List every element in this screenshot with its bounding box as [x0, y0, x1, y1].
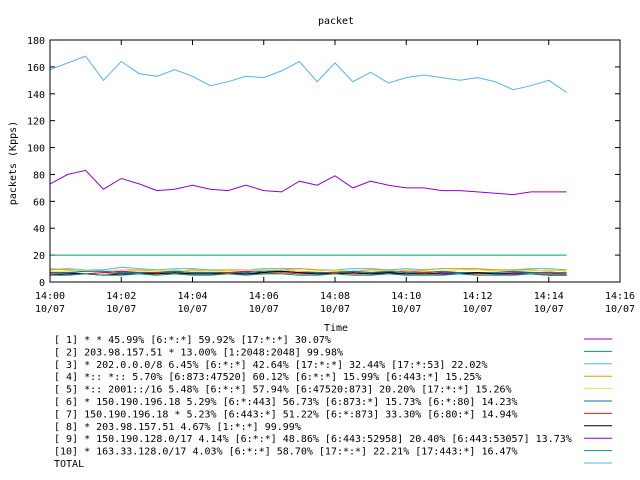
series-lines — [49, 55, 567, 276]
legend-label: [ 9] * 150.190.128.0/17 4.14% [6:*:*] 48… — [54, 434, 572, 445]
y-tick-label: 60 — [33, 197, 45, 208]
y-tick-label: 100 — [27, 144, 45, 155]
legend-label: TOTAL — [54, 459, 84, 470]
y-axis-label: packets (Kpps) — [8, 121, 19, 205]
x-tick-label-time: 14:14 — [534, 291, 564, 302]
legend: [ 1] * * 45.99% [6:*:*] 59.92% [17:*:*] … — [54, 335, 612, 470]
x-tick-label-date: 10/07 — [106, 304, 136, 315]
legend-label: [ 2] 203.98.157.51 * 13.00% [1:2048:2048… — [54, 347, 343, 358]
y-tick-label: 140 — [27, 90, 45, 101]
x-axis-label: Time — [324, 323, 348, 334]
legend-label: [ 6] * 150.190.196.18 5.29% [6:*:443] 56… — [54, 397, 518, 408]
plot-frame — [49, 39, 621, 283]
x-tick-label-time: 14:00 — [35, 291, 65, 302]
y-tick-label: 160 — [27, 63, 45, 74]
legend-label: [ 7] 150.190.196.18 * 5.23% [6:443:*] 51… — [54, 409, 518, 420]
y-tick-label: 40 — [33, 224, 45, 235]
y-tick-label: 80 — [33, 170, 45, 181]
chart-title: packet — [318, 16, 354, 27]
legend-label: [ 8] * 203.98.157.51 4.67% [1:*:*] 99.99… — [54, 422, 301, 433]
x-tick-label-time: 14:02 — [106, 291, 136, 302]
x-tick-label-date: 10/07 — [462, 304, 492, 315]
packet-chart: packet packets (Kpps) Time 0 20 40 60 80 100 1… — [8, 16, 635, 470]
legend-label: [ 1] * * 45.99% [6:*:*] 59.92% [17:*:*] … — [54, 335, 331, 346]
y-tick-label: 0 — [39, 278, 45, 289]
series-line-11 — [49, 55, 567, 93]
x-tick-label-date: 10/07 — [35, 304, 65, 315]
x-tick-label-time: 14:04 — [177, 291, 207, 302]
y-tick-label: 180 — [27, 36, 45, 47]
x-tick-label-date: 10/07 — [249, 304, 279, 315]
y-tick-label: 120 — [27, 117, 45, 128]
x-tick-label-time: 14:08 — [320, 291, 350, 302]
legend-label: [10] * 163.33.128.0/17 4.03% [6:*:*] 58.… — [54, 447, 518, 458]
x-tick-label-date: 10/07 — [391, 304, 421, 315]
legend-label: [ 3] * 202.0.0.0/8 6.45% [6:*:*] 42.64% … — [54, 360, 487, 371]
x-tick-label-time: 14:10 — [391, 291, 421, 302]
series-line-9 — [49, 169, 567, 196]
x-tick-label-date: 10/07 — [320, 304, 350, 315]
x-tick-label-time: 14:12 — [462, 291, 492, 302]
x-tick-label-date: 10/07 — [605, 304, 635, 315]
legend-label: [ 5] *:: 2001::/16 5.48% [6:*:*] 57.94% … — [54, 385, 512, 396]
x-tick-label-time: 14:16 — [605, 291, 635, 302]
y-tick-label: 20 — [33, 251, 45, 262]
legend-label: [ 4] *:: *:: 5.70% [6:873:47520] 60.12% … — [54, 372, 481, 383]
x-tick-label-date: 10/07 — [534, 304, 564, 315]
x-tick-label-time: 14:06 — [249, 291, 279, 302]
x-tick-label-date: 10/07 — [177, 304, 207, 315]
